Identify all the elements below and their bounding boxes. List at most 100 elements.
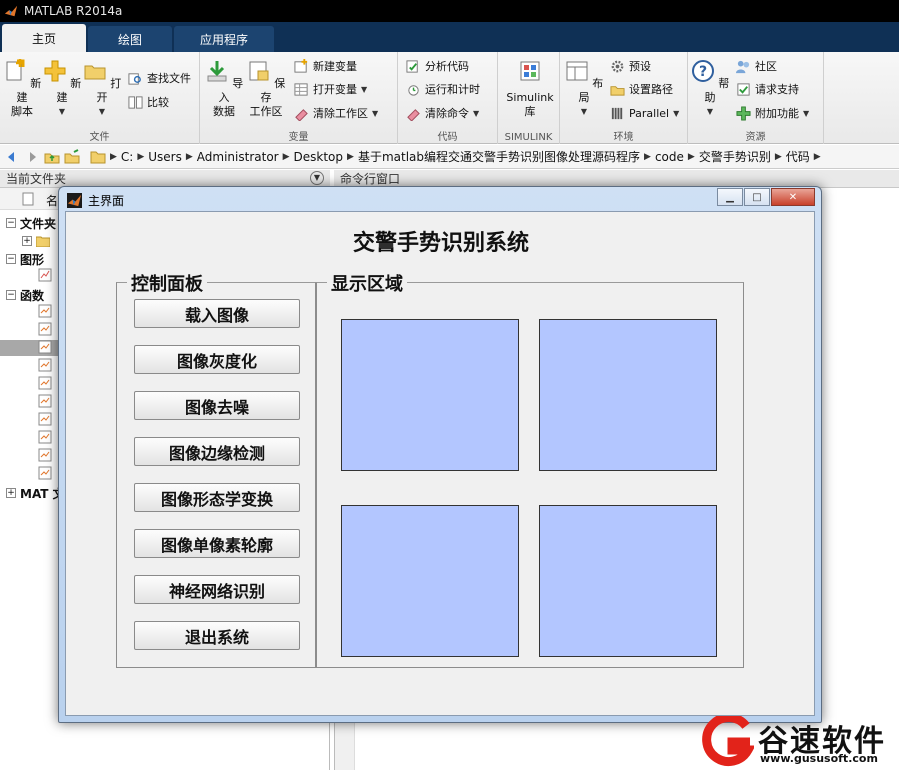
- add-ons-button[interactable]: 附加功能 ▼: [736, 103, 809, 123]
- open-variable-button[interactable]: 打开变量 ▼: [294, 79, 367, 99]
- m-file-icon[interactable]: [38, 376, 52, 390]
- tree-node-mat-files[interactable]: + MAT 文: [0, 484, 65, 502]
- expand-icon[interactable]: +: [22, 236, 32, 246]
- app-title: MATLAB R2014a: [24, 4, 123, 18]
- tree-node-folders[interactable]: − 文件夹: [0, 214, 56, 232]
- m-file-icon[interactable]: [38, 430, 52, 444]
- m-file-icon[interactable]: [38, 322, 52, 336]
- help-button[interactable]: ? 帮助 ▼: [688, 57, 732, 119]
- collapse-icon[interactable]: −: [6, 218, 16, 228]
- panel-menu-icon[interactable]: ▼: [310, 171, 324, 185]
- open-button[interactable]: 打开 ▼: [80, 57, 124, 119]
- save-workspace-button[interactable]: 保存 工作区: [244, 57, 288, 119]
- tab-plots[interactable]: 绘图: [88, 26, 172, 52]
- community-button[interactable]: 社区: [736, 56, 777, 76]
- expand-icon[interactable]: +: [6, 488, 16, 498]
- preferences-button[interactable]: 预设: [610, 56, 651, 76]
- single-pixel-contour-button[interactable]: 图像单像素轮廓: [134, 529, 300, 558]
- collapse-icon[interactable]: −: [6, 254, 16, 264]
- morphology-button[interactable]: 图像形态学变换: [134, 483, 300, 512]
- figure-file-icon[interactable]: [38, 268, 52, 282]
- image-axes-2[interactable]: [539, 319, 717, 471]
- compare-button[interactable]: 比较: [128, 92, 169, 112]
- window-title-bar[interactable]: 主界面: [67, 192, 124, 209]
- tree-node-subfolder[interactable]: +: [16, 232, 50, 250]
- m-file-icon[interactable]: [38, 304, 52, 318]
- grayscale-button[interactable]: 图像灰度化: [134, 345, 300, 374]
- breadcrumb-item[interactable]: Administrator: [197, 150, 279, 164]
- chevron-down-icon: ▼: [361, 84, 368, 94]
- help-icon: ?: [691, 60, 714, 82]
- watermark: 谷速软件 www.gususoft.com: [700, 714, 899, 770]
- breadcrumb-item[interactable]: 基于matlab编程交通交警手势识别图像处理源码程序: [358, 148, 640, 165]
- import-data-button[interactable]: 导入 数据: [202, 57, 246, 119]
- close-button[interactable]: ✕: [771, 188, 815, 206]
- maximize-button[interactable]: □: [744, 188, 770, 206]
- forward-arrow-icon[interactable]: [24, 149, 40, 165]
- image-axes-3[interactable]: [341, 505, 519, 657]
- current-folder-title: 当前文件夹: [6, 172, 67, 186]
- breadcrumb-item[interactable]: Users: [148, 150, 182, 164]
- compare-label: 比较: [147, 96, 169, 109]
- svg-text:?: ?: [699, 64, 707, 80]
- root-folder-icon: [90, 151, 106, 163]
- minimize-button[interactable]: ▁: [717, 188, 743, 206]
- breadcrumb-item[interactable]: code: [655, 150, 684, 164]
- image-axes-1[interactable]: [341, 319, 519, 471]
- clear-commands-label: 清除命令: [425, 107, 469, 120]
- clear-commands-icon: [407, 108, 420, 121]
- breadcrumb-item[interactable]: 交警手势识别: [699, 148, 771, 165]
- m-file-icon[interactable]: [38, 466, 52, 480]
- group-label-file: 文件: [89, 132, 110, 143]
- neural-network-button[interactable]: 神经网络识别: [134, 575, 300, 604]
- load-image-button[interactable]: 载入图像: [134, 299, 300, 328]
- window-controls: ▁ □ ✕: [716, 188, 815, 206]
- clear-workspace-button[interactable]: 清除工作区 ▼: [294, 103, 378, 123]
- new-variable-button[interactable]: 新建变量: [294, 56, 357, 76]
- request-support-label: 请求支持: [755, 83, 799, 96]
- edge-detect-button[interactable]: 图像边缘检测: [134, 437, 300, 466]
- analyze-code-button[interactable]: 分析代码: [406, 56, 469, 76]
- tab-apps[interactable]: 应用程序: [174, 26, 274, 52]
- tree-node-figures[interactable]: − 图形: [0, 250, 44, 268]
- back-arrow-icon[interactable]: [4, 149, 20, 165]
- find-files-button[interactable]: 查找文件: [128, 68, 191, 88]
- app-title-bar: MATLAB R2014a: [0, 0, 899, 22]
- exit-button[interactable]: 退出系统: [134, 621, 300, 650]
- main-interface-window: 主界面 ▁ □ ✕ 交警手势识别系统 控制面板 载入图像 图像灰度化 图像去噪 …: [58, 186, 822, 723]
- new-plus-icon: [44, 60, 66, 82]
- m-file-icon[interactable]: [38, 358, 52, 372]
- breadcrumb-item[interactable]: 代码: [786, 148, 810, 165]
- breadcrumb-separator: ▶: [774, 151, 782, 162]
- parallel-button[interactable]: Parallel ▼: [610, 103, 679, 123]
- tree-node-functions[interactable]: − 函数: [0, 286, 44, 304]
- clear-commands-button[interactable]: 清除命令 ▼: [406, 103, 479, 123]
- ribbon: 新建 脚本 新建 ▼ 打开 ▼ 查找文件 比较 文件 导入 数据 保存 工作区 …: [0, 52, 899, 144]
- browse-folder-icon[interactable]: [64, 148, 80, 165]
- chevron-down-icon: ▼: [58, 107, 66, 116]
- layout-button[interactable]: 布局 ▼: [562, 57, 606, 119]
- gususoft-logo-icon: [702, 716, 754, 767]
- request-support-button[interactable]: 请求支持: [736, 79, 799, 99]
- denoise-button[interactable]: 图像去噪: [134, 391, 300, 420]
- m-file-icon[interactable]: [38, 394, 52, 408]
- tab-home[interactable]: 主页: [2, 24, 86, 52]
- image-axes-4[interactable]: [539, 505, 717, 657]
- breadcrumb-item[interactable]: Desktop: [294, 150, 344, 164]
- parallel-label: Parallel: [629, 106, 670, 120]
- m-file-icon[interactable]: [38, 412, 52, 426]
- set-path-button[interactable]: 设置路径: [610, 79, 673, 99]
- breadcrumb-item[interactable]: C:: [121, 150, 133, 164]
- new-button[interactable]: 新建 ▼: [40, 57, 84, 119]
- m-file-icon[interactable]: [38, 448, 52, 462]
- command-window-title: 命令行窗口: [340, 172, 401, 186]
- display-area-title: 显示区域: [327, 270, 407, 296]
- simulink-library-button[interactable]: Simulink 库: [502, 57, 558, 119]
- run-and-time-button[interactable]: 运行和计时: [406, 79, 480, 99]
- collapse-icon[interactable]: −: [6, 290, 16, 300]
- new-script-button[interactable]: 新建 脚本: [0, 57, 44, 119]
- layout-icon: [566, 61, 588, 81]
- m-file-icon[interactable]: [38, 340, 52, 354]
- name-column-label[interactable]: 名: [46, 192, 58, 209]
- up-folder-icon[interactable]: [44, 149, 60, 165]
